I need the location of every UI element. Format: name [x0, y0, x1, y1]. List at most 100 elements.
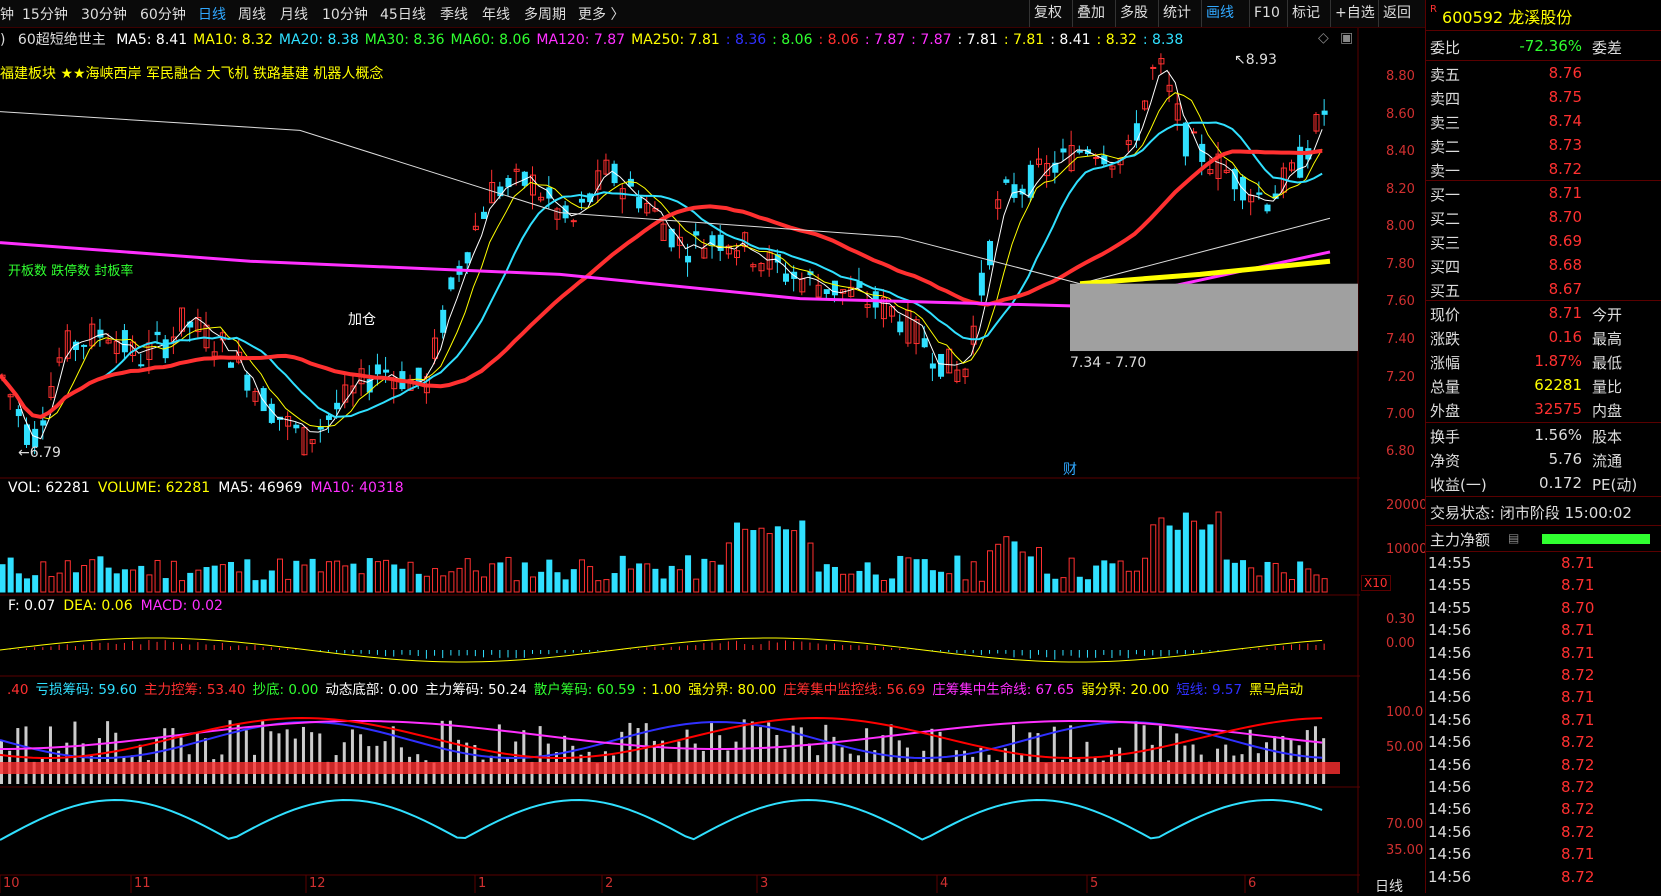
list-icon[interactable]: ▤	[1508, 531, 1519, 545]
candle-body	[464, 252, 471, 264]
volume-legend: VOL: 62281 VOLUME: 62281 MA5: 46969 MA10: 4…	[0, 480, 404, 496]
tick-time: 14:56	[1428, 643, 1472, 662]
tick-time: 14:56	[1428, 755, 1472, 774]
volume-bar	[701, 558, 708, 593]
period-tab[interactable]: 月线	[280, 4, 308, 24]
toolbar-button[interactable]: 画线	[1201, 0, 1238, 27]
toolbar-button[interactable]: 复权	[1029, 0, 1066, 27]
tick-row: 14:56 8.71	[1426, 644, 1661, 666]
tick-price: 8.71	[1561, 688, 1595, 707]
tick-price: 8.71	[1561, 576, 1595, 595]
candle-body	[97, 329, 104, 338]
volume-bar	[562, 579, 569, 593]
candle-body	[260, 388, 267, 412]
volume-bar	[415, 573, 422, 593]
finance-marker[interactable]: 财	[1063, 459, 1077, 479]
toolbar-button[interactable]: 统计	[1158, 0, 1195, 27]
toolbar-button[interactable]: 返回	[1378, 0, 1415, 27]
bid-row[interactable]: 买二 8.70	[1426, 207, 1661, 229]
tick-price: 8.71	[1561, 845, 1595, 864]
period-tab[interactable]: 30分钟	[81, 4, 127, 24]
period-tab[interactable]: 年线	[482, 4, 510, 24]
volume-bar	[252, 580, 259, 593]
chart-canvas[interactable]	[0, 28, 1425, 893]
bid-label: 买二	[1430, 210, 1461, 228]
period-tab[interactable]: 钟	[0, 4, 14, 24]
toolbar-button[interactable]: 标记	[1287, 0, 1324, 27]
trade-status: 交易状态: 闭市阶段 15:00:02	[1426, 501, 1661, 523]
date-tick-label: 5	[1090, 876, 1099, 891]
bid-row[interactable]: 买四 8.68	[1426, 255, 1661, 277]
volume-bar	[823, 564, 830, 593]
legend-item: 庄筹集中监控线: 56.69	[783, 682, 926, 698]
low-marker: ←6.79	[18, 445, 61, 461]
ask-price: 8.75	[1548, 88, 1582, 106]
ask-row[interactable]: 卖五 8.76	[1426, 63, 1661, 85]
chip-bar	[750, 721, 754, 784]
ask-row[interactable]: 卖二 8.73	[1426, 135, 1661, 157]
tick-time: 14:56	[1428, 800, 1472, 819]
toolbar-button[interactable]: +自选	[1330, 0, 1379, 27]
legend-item: 黑马启动	[1249, 682, 1304, 698]
volume-bar	[81, 565, 88, 593]
tick-price: 8.70	[1561, 598, 1595, 617]
period-tab[interactable]: 季线	[440, 4, 468, 24]
candle-body	[938, 353, 945, 377]
bid-row[interactable]: 买三 8.69	[1426, 231, 1661, 253]
bid-row[interactable]: 买五 8.67	[1426, 279, 1661, 301]
stat-row: 总量 62281 量比	[1426, 375, 1661, 397]
toolbar-button[interactable]: 叠加	[1072, 0, 1109, 27]
chip-bar	[881, 735, 885, 784]
period-tab[interactable]: 日线	[198, 4, 226, 24]
toolbar-button[interactable]: 多股	[1115, 0, 1152, 27]
legend-item: MACD: 0.02	[140, 598, 223, 614]
toggle-icon[interactable]: )	[0, 32, 5, 48]
toolbar-button[interactable]: F10	[1249, 0, 1284, 27]
ask-price: 8.72	[1548, 160, 1582, 178]
volume-bar	[1231, 562, 1238, 593]
stat-label-2: 流通	[1592, 452, 1623, 470]
volume-bar	[423, 575, 430, 593]
period-tab[interactable]: 45日线	[380, 4, 426, 24]
chip-bar	[718, 735, 722, 784]
period-tab[interactable]: 10分钟	[322, 4, 368, 24]
period-tab[interactable]: 更多 〉	[578, 4, 624, 24]
weibi-row: 委比 -72.36% 委差	[1426, 36, 1661, 58]
period-tab[interactable]: 多周期	[524, 4, 566, 24]
chip-bar	[73, 721, 77, 784]
volume-bar	[187, 572, 194, 593]
volume-bar	[880, 580, 887, 593]
diamond-icon[interactable]: ◇	[1318, 30, 1329, 46]
axis-tick-label: 8.40	[1386, 144, 1415, 159]
bid-row[interactable]: 买一 8.71	[1426, 183, 1661, 205]
ask-row[interactable]: 卖四 8.75	[1426, 87, 1661, 109]
ask-row[interactable]: 卖一 8.72	[1426, 159, 1661, 181]
volume-bar	[970, 561, 977, 593]
period-tab[interactable]: 60分钟	[140, 4, 186, 24]
stat-label: 现价	[1430, 306, 1461, 324]
ask-row[interactable]: 卖三 8.74	[1426, 111, 1661, 133]
chip-bar	[269, 731, 273, 784]
candle-body	[440, 309, 447, 333]
stat-row: 现价 8.71 今开	[1426, 303, 1661, 325]
stat-value: 62281	[1534, 376, 1582, 394]
chip-bar	[1322, 738, 1326, 784]
stat-label-2: PE(动)	[1592, 476, 1638, 494]
stock-prefix: R	[1430, 4, 1437, 15]
period-tab[interactable]: 周线	[238, 4, 266, 24]
chip-bar	[350, 729, 354, 784]
volume-bar	[1207, 524, 1214, 593]
legend-item: VOLUME: 62281	[97, 480, 211, 496]
window-icon[interactable]: ▣	[1340, 30, 1353, 46]
chip-bar	[620, 731, 624, 784]
chip-bar	[865, 728, 869, 784]
period-tab[interactable]: 15分钟	[22, 4, 68, 24]
volume-bar	[228, 561, 235, 593]
volume-bar	[0, 564, 6, 593]
volume-bar	[685, 555, 692, 593]
candle-body	[1182, 122, 1189, 157]
kline-chart-area[interactable]	[0, 28, 1425, 893]
volume-bar	[170, 560, 177, 593]
indicator-name: 60超短绝世主	[17, 32, 106, 48]
tick-price: 8.72	[1561, 666, 1595, 684]
